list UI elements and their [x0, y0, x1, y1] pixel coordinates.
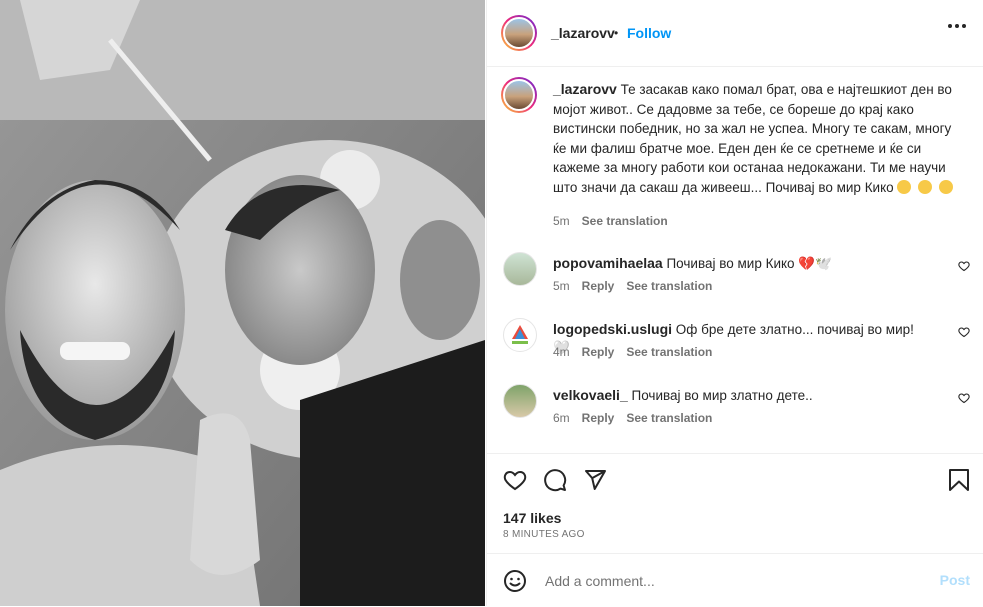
caption-meta: 5m See translation	[553, 214, 668, 228]
emoji-icon[interactable]	[503, 569, 527, 593]
caption-avatar[interactable]	[501, 77, 537, 113]
reply-button[interactable]: Reply	[582, 279, 615, 293]
crying-emoji-icon	[918, 179, 933, 194]
commenter-avatar[interactable]	[503, 384, 537, 418]
comment-time[interactable]: 6m	[553, 411, 570, 425]
post-image	[0, 0, 485, 606]
sad-emoji-icon	[897, 179, 912, 194]
post-comment-button[interactable]: Post	[940, 572, 970, 588]
add-comment-bar: Post	[487, 553, 983, 607]
post-header: _lazarovv • Follow	[487, 0, 983, 67]
post-panel: _lazarovv • Follow _lazarovv Те засакав …	[486, 0, 983, 606]
reply-button[interactable]: Reply	[582, 411, 615, 425]
author-avatar[interactable]	[501, 15, 537, 51]
comment-text: Почивај во мир Кико 💔🕊️	[666, 256, 832, 271]
comment-text: Почивај во мир златно дете..	[631, 388, 813, 403]
crying-emoji-icon	[938, 179, 953, 194]
author-username[interactable]: _lazarovv	[551, 25, 615, 41]
comment-meta: 4m Reply See translation	[553, 345, 712, 359]
see-translation-link[interactable]: See translation	[626, 345, 712, 359]
comment-username[interactable]: velkovaeli_	[553, 387, 628, 403]
post-photo[interactable]	[0, 0, 485, 606]
commenter-avatar[interactable]	[503, 252, 537, 286]
comment-like-heart-icon[interactable]	[958, 392, 970, 404]
commenter-avatar[interactable]	[503, 318, 537, 352]
comment-body: popovamihaelaa Почивај во мир Кико 💔🕊️	[553, 254, 933, 273]
comment-time[interactable]: 4m	[553, 345, 570, 359]
comment-like-heart-icon[interactable]	[958, 260, 970, 272]
comment-time[interactable]: 5m	[553, 279, 570, 293]
post-time-ago[interactable]: 8 MINUTES AGO	[503, 529, 585, 540]
heart-icon[interactable]	[503, 468, 527, 492]
caption-username[interactable]: _lazarovv	[553, 81, 617, 97]
reply-button[interactable]: Reply	[582, 345, 615, 359]
comment-username[interactable]: logopedski.uslugi	[553, 321, 672, 337]
comments-list[interactable]: _lazarovv Те засакав како помал брат, ов…	[487, 67, 983, 453]
comment-meta: 6m Reply See translation	[553, 411, 712, 425]
action-bar	[487, 453, 983, 506]
emoji-row	[897, 179, 956, 195]
caption-text: Те засакав како помал брат, ова е најтеш…	[553, 82, 952, 195]
add-comment-input[interactable]	[543, 569, 917, 593]
comment-icon[interactable]	[543, 468, 567, 492]
share-icon[interactable]	[583, 468, 607, 492]
more-icon[interactable]	[948, 24, 966, 28]
see-translation-link[interactable]: See translation	[626, 279, 712, 293]
see-translation-link[interactable]: See translation	[582, 214, 668, 228]
comment-body: velkovaeli_ Почивај во мир златно дете..	[553, 386, 933, 405]
comment-like-heart-icon[interactable]	[958, 326, 970, 338]
bookmark-icon[interactable]	[948, 468, 970, 492]
post-caption: _lazarovv Те засакав како помал брат, ов…	[553, 80, 963, 197]
separator-dot: •	[614, 26, 619, 40]
likes-count[interactable]: 147 likes	[503, 510, 561, 526]
follow-button[interactable]: Follow	[627, 25, 671, 41]
caption-time[interactable]: 5m	[553, 214, 570, 228]
comment-meta: 5m Reply See translation	[553, 279, 712, 293]
see-translation-link[interactable]: See translation	[626, 411, 712, 425]
comment-username[interactable]: popovamihaelaa	[553, 255, 663, 271]
